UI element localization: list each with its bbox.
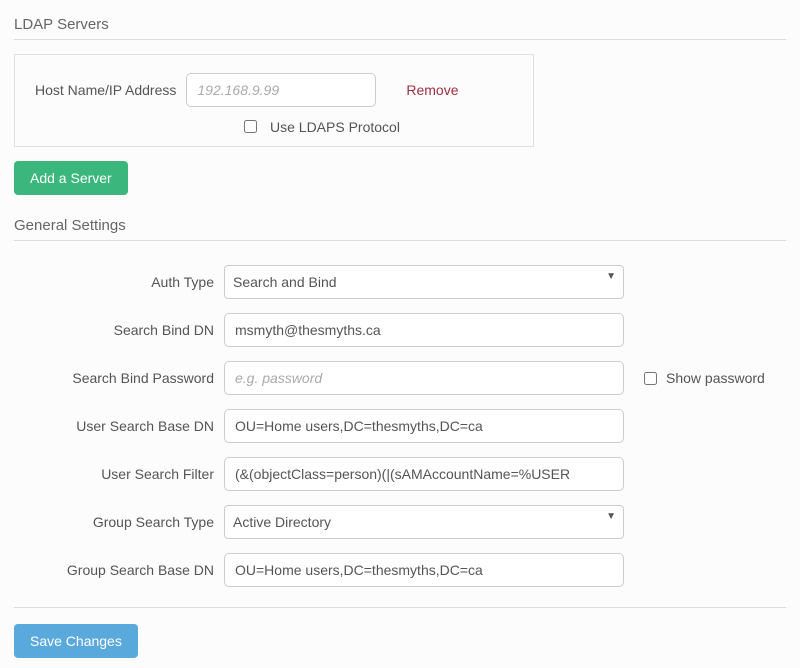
search-bind-password-label: Search Bind Password: [14, 370, 224, 386]
host-input[interactable]: [186, 73, 376, 107]
group-search-base-dn-input[interactable]: [224, 553, 624, 587]
remove-server-link[interactable]: Remove: [406, 82, 458, 98]
group-search-type-label: Group Search Type: [14, 514, 224, 530]
show-password-checkbox[interactable]: [644, 372, 657, 385]
host-label: Host Name/IP Address: [35, 82, 176, 98]
user-search-filter-label: User Search Filter: [14, 466, 224, 482]
add-server-button[interactable]: Add a Server: [14, 161, 128, 195]
general-settings-heading: General Settings: [14, 211, 786, 241]
auth-type-select[interactable]: Search and Bind: [224, 265, 624, 299]
use-ldaps-checkbox[interactable]: [244, 120, 257, 133]
search-bind-dn-input[interactable]: [224, 313, 624, 347]
ldap-server-entry: Host Name/IP Address Remove Use LDAPS Pr…: [14, 54, 534, 147]
save-changes-button[interactable]: Save Changes: [14, 624, 138, 658]
group-search-base-dn-label: Group Search Base DN: [14, 562, 224, 578]
show-password-label: Show password: [666, 370, 765, 386]
user-search-base-dn-input[interactable]: [224, 409, 624, 443]
user-search-filter-input[interactable]: [224, 457, 624, 491]
auth-type-label: Auth Type: [14, 274, 224, 290]
search-bind-dn-label: Search Bind DN: [14, 322, 224, 338]
use-ldaps-label: Use LDAPS Protocol: [270, 119, 400, 135]
group-search-type-select[interactable]: Active Directory: [224, 505, 624, 539]
user-search-base-dn-label: User Search Base DN: [14, 418, 224, 434]
search-bind-password-input[interactable]: [224, 361, 624, 395]
ldap-servers-heading: LDAP Servers: [14, 10, 786, 40]
